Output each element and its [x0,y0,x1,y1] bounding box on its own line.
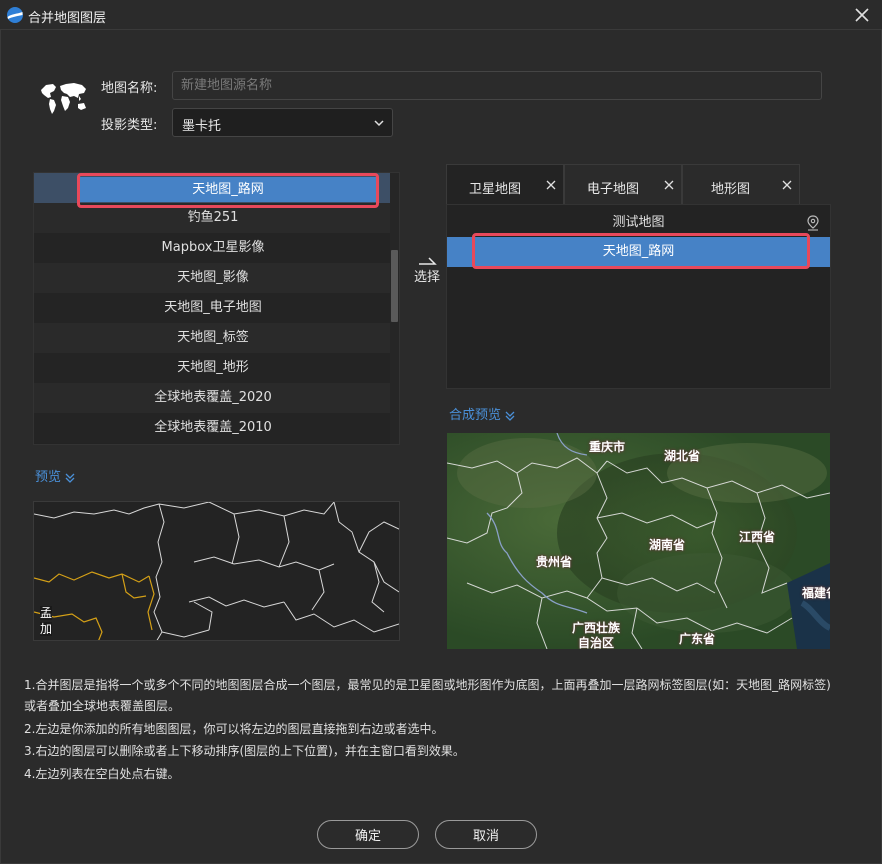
description-line: 1.合并图层是指将一个或多个不同的地图图层合成一个图层，最常见的是卫星图或地形图… [24,678,831,692]
map-label: 重庆市 [589,440,626,454]
list-item[interactable]: 天地图_地形 [34,353,392,383]
map-label: 江西省 [739,530,776,544]
list-item[interactable]: 天地图_路网 [34,173,392,203]
description-line: 或者叠加全球地表覆盖图层。 [24,699,181,713]
tab-close-icon[interactable] [663,179,675,191]
app-logo-icon [7,7,23,23]
tab-close-icon[interactable] [545,179,557,191]
title-bar: 合并地图图层 [0,0,882,30]
list-item[interactable]: 全球地表覆盖_2010 [34,413,392,443]
list-item[interactable]: 全球地表覆盖_2020 [34,383,392,413]
merged-preview-toggle[interactable]: 合成预览 [449,404,516,423]
list-item[interactable]: 钓鱼251 [34,203,392,233]
select-button-label: 选择 [413,270,440,285]
cancel-button[interactable]: 取消 [435,820,537,849]
projection-select[interactable]: 墨卡托 [172,108,393,137]
projection-value: 墨卡托 [182,119,222,134]
list-item-label: 测试地图 [612,215,665,230]
map-name-label: 地图名称: [101,81,158,96]
tab-terrain[interactable]: 地形图 [682,164,800,204]
map-label: 贵州省 [536,555,573,569]
map-label: 福建省 [802,586,830,600]
list-item-selected[interactable]: 天地图_路网 [447,237,830,267]
merged-preview-label: 合成预览 [449,408,502,423]
layer-preview-map: 孟 加 [33,501,400,641]
world-map-icon [41,83,86,114]
ok-button[interactable]: 确定 [317,820,419,849]
tab-satellite[interactable]: 卫星地图 [446,164,564,204]
tab-close-icon[interactable] [781,179,793,191]
arrow-right-icon [419,257,437,265]
list-item[interactable]: 天地图_影像 [34,263,392,293]
tab-label: 卫星地图 [469,182,522,197]
map-boundaries [34,502,399,640]
list-item[interactable]: 天地图_电子地图 [34,293,392,323]
merged-preview-map: 重庆市 湖北省 贵州省 湖南省 江西省 广西壮族 自治区 广东省 福建省 [447,433,830,649]
merged-layer-list[interactable]: 测试地图 天地图_路网 [446,204,831,389]
scrollbar-track[interactable] [390,173,399,444]
map-label: 自治区 [578,636,615,649]
list-item[interactable]: Mapbox卫星影像 [34,233,392,263]
close-icon[interactable] [850,3,874,27]
tab-label: 地形图 [711,182,751,197]
description-line: 4.左边列表在空白处点右键。 [24,767,180,781]
tab-label: 电子地图 [587,182,640,197]
double-chevron-down-icon [505,411,515,421]
preview-label: 预览 [35,470,62,485]
preview-toggle[interactable]: 预览 [35,466,76,485]
map-label: 湖南省 [649,538,686,552]
list-item[interactable]: 测试地图 [447,209,830,237]
source-layer-list[interactable]: 天地图_路网 钓鱼251 Mapbox卫星影像 天地图_影像 天地图_电子地图 … [33,172,400,445]
projection-label: 投影类型: [101,118,158,133]
double-chevron-down-icon [65,473,75,483]
description-line: 3.右边的图层可以删除或者上下移动排序(图层的上下位置)，并在主窗口看到效果。 [24,744,465,758]
map-label: 加 [40,622,53,636]
location-pin-icon [807,215,819,231]
chevron-down-icon [374,120,384,127]
tab-electronic[interactable]: 电子地图 [564,164,682,204]
list-item[interactable]: 天地图_标签 [34,323,392,353]
window-title: 合并地图图层 [28,11,107,26]
scrollbar-thumb[interactable] [391,250,398,322]
list-item-label: 天地图_路网 [80,177,376,202]
map-label: 孟 [40,606,53,620]
select-button[interactable]: 选择 [410,256,444,288]
description-line: 2.左边是你添加的所有地图图层，你可以将左边的图层直接拖到右边或者选中。 [24,722,444,736]
map-label: 湖北省 [664,449,701,463]
map-name-input[interactable] [172,71,822,100]
map-label: 广东省 [679,632,716,646]
